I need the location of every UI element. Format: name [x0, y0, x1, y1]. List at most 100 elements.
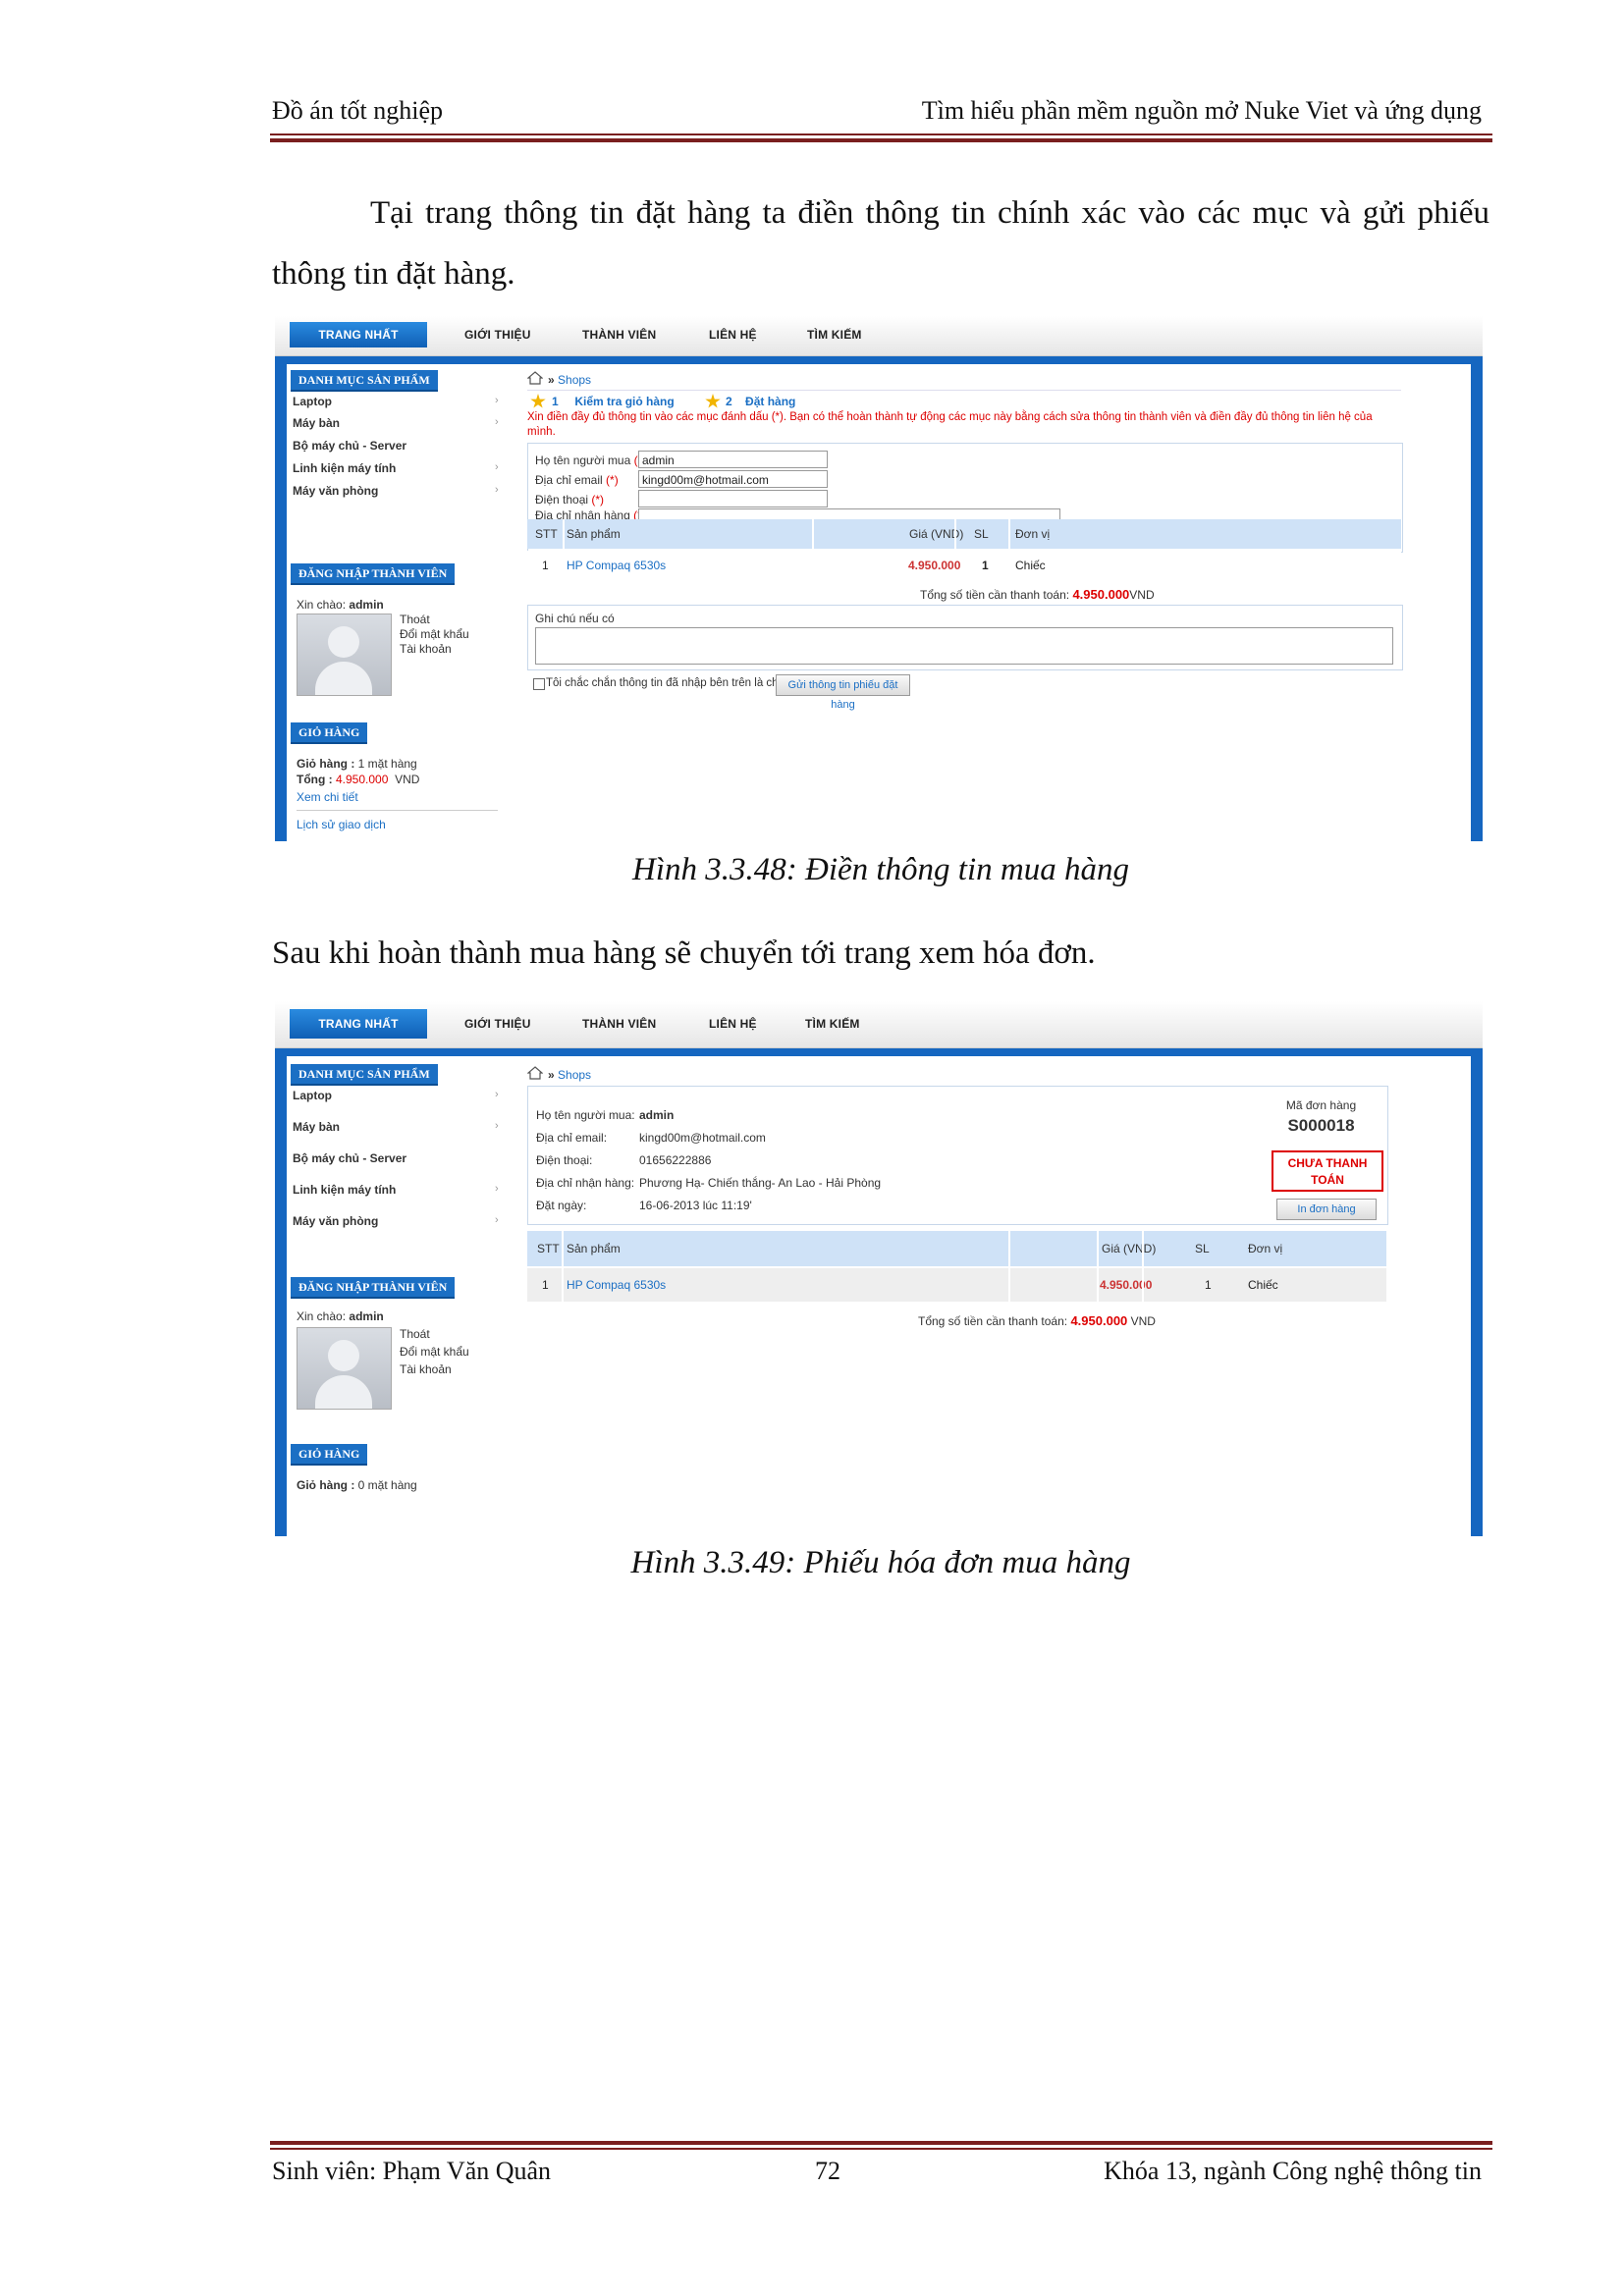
breadcrumb-shops[interactable]: Shops [558, 373, 591, 387]
note-box: Ghi chú nếu có [527, 605, 1403, 670]
top-nav: TRANG NHẤT GIỚI THIỆU THÀNH VIÊN LIÊN HỆ… [275, 316, 1483, 356]
category-server[interactable]: Bộ máy chủ - Server [293, 1151, 406, 1165]
header-rule-thin [270, 133, 1492, 135]
page-number: 72 [815, 2157, 840, 2185]
phone-label: Điện thoại (*) [535, 493, 605, 507]
divider [562, 1231, 564, 1302]
chevron-right-icon: › [495, 1089, 499, 1100]
change-password-link[interactable]: Đổi mật khẩu [400, 1343, 469, 1361]
order-code-label: Mã đơn hàng [1285, 1098, 1357, 1112]
footer-rule-thick [270, 2141, 1492, 2145]
buyer-email: kingd00m@hotmail.com [639, 1131, 766, 1145]
category-desktop[interactable]: Máy bàn [293, 1120, 340, 1134]
site-body: DANH MỤC SẢN PHẨM Laptop › Máy bàn › Bộ … [275, 356, 1483, 841]
change-password-link[interactable]: Đổi mật khẩu [400, 627, 469, 642]
nav-home[interactable]: TRANG NHẤT [290, 322, 427, 347]
nav-about[interactable]: GIỚI THIỆU [464, 322, 531, 347]
login-header: ĐĂNG NHẬP THÀNH VIÊN [291, 563, 456, 585]
star-icon [705, 394, 721, 408]
notice-text: Xin điền đầy đủ thông tin vào các mục đá… [527, 411, 1373, 438]
email-label: Địa chỉ email (*) [535, 473, 619, 487]
buyer-name-input[interactable]: admin [638, 451, 828, 468]
login-header: ĐĂNG NHẬP THÀNH VIÊN [291, 1277, 456, 1299]
product-link[interactable]: HP Compaq 6530s [567, 1268, 666, 1302]
status-badge: CHƯA THANH TOÁN [1272, 1150, 1383, 1192]
chevron-right-icon: › [495, 395, 499, 406]
order-info-box: Họ tên người mua: admin Địa chỉ email: k… [527, 1086, 1388, 1225]
step-2[interactable]: 2 Đặt hàng [726, 395, 795, 408]
chevron-right-icon: › [495, 1120, 499, 1132]
buyer-address: Phương Hạ- Chiến thắng- An Lao - Hải Phò… [639, 1176, 882, 1190]
content-panel: DANH MỤC SẢN PHẨM Laptop › Máy bàn › Bộ … [287, 1056, 1471, 1536]
nav-search[interactable]: TÌM KIẾM [805, 1009, 860, 1039]
chevron-right-icon: › [495, 416, 499, 428]
product-link[interactable]: HP Compaq 6530s [567, 551, 666, 580]
logout-link[interactable]: Thoát [400, 613, 469, 627]
table-row: 1 HP Compaq 6530s 4.950.000 1 Chiếc [527, 551, 1401, 580]
divider [1008, 1231, 1010, 1302]
note-textarea[interactable] [535, 627, 1393, 665]
email-input[interactable]: kingd00m@hotmail.com [638, 470, 828, 488]
category-office[interactable]: Máy văn phòng [293, 484, 378, 498]
table-header: STT Sản phẩm Giá (VND) SL Đơn vị [527, 519, 1401, 549]
nav-members[interactable]: THÀNH VIÊN [582, 322, 656, 347]
category-server[interactable]: Bộ máy chủ - Server [293, 439, 406, 453]
confirm-checkbox[interactable] [533, 678, 545, 690]
cart-count: Giỏ hàng : 1 mặt hàng [297, 757, 417, 771]
footer-right: Khóa 13, ngành Công nghệ thông tin [1104, 2157, 1482, 2185]
history-link[interactable]: Lịch sử giao dịch [297, 818, 386, 831]
intro-paragraph: Tại trang thông tin đặt hàng ta điền thô… [272, 195, 1489, 292]
home-icon[interactable] [527, 371, 543, 385]
divider [297, 810, 498, 811]
logout-link[interactable]: Thoát [400, 1325, 469, 1343]
buyer-name: admin [639, 1108, 675, 1122]
categories-header: DANH MỤC SẢN PHẨM [291, 370, 438, 392]
home-icon[interactable] [527, 1066, 543, 1080]
account-link[interactable]: Tài khoản [400, 642, 469, 657]
footer-rule-thin [270, 2148, 1492, 2150]
account-links: Thoát Đổi mật khẩu Tài khoản [400, 613, 469, 657]
top-nav: TRANG NHẤT GIỚI THIỆU THÀNH VIÊN LIÊN HỆ… [275, 1001, 1483, 1048]
category-office[interactable]: Máy văn phòng [293, 1214, 378, 1228]
cart-details-link[interactable]: Xem chi tiết [297, 790, 358, 804]
nav-about[interactable]: GIỚI THIỆU [464, 1009, 531, 1039]
submit-order-button[interactable]: Gửi thông tin phiếu đặt hàng [776, 674, 910, 711]
header-rule-thick [270, 138, 1492, 142]
category-laptop[interactable]: Laptop [293, 395, 332, 408]
nav-search[interactable]: TÌM KIẾM [807, 322, 862, 347]
phone-input[interactable] [638, 490, 828, 507]
col-product: Sản phẩm [567, 527, 621, 541]
category-desktop[interactable]: Máy bàn [293, 416, 340, 430]
step-1[interactable]: 1 Kiểm tra giỏ hàng [552, 395, 675, 408]
chevron-right-icon: › [495, 461, 499, 473]
footer-left: Sinh viên: Phạm Văn Quân [272, 2157, 552, 2185]
nav-members[interactable]: THÀNH VIÊN [582, 1009, 656, 1039]
category-laptop[interactable]: Laptop [293, 1089, 332, 1102]
greeting: Xin chào: admin [297, 1309, 384, 1323]
nav-contact[interactable]: LIÊN HỆ [709, 1009, 757, 1039]
print-order-button[interactable]: In đơn hàng [1276, 1199, 1377, 1220]
chevron-right-icon: › [495, 1214, 499, 1226]
order-form-screenshot: TRANG NHẤT GIỚI THIỆU THÀNH VIÊN LIÊN HỆ… [275, 316, 1483, 841]
nav-home[interactable]: TRANG NHẤT [290, 1009, 427, 1039]
cart-header: GIỎ HÀNG [291, 722, 368, 744]
total-line: Tổng số tiền cần thanh toán: 4.950.000 V… [918, 1313, 1156, 1328]
category-components[interactable]: Linh kiện máy tính [293, 1183, 396, 1197]
between-paragraph: Sau khi hoàn thành mua hàng sẽ chuyển tớ… [272, 935, 1096, 971]
header-left: Đồ án tốt nghiệp [272, 96, 444, 125]
breadcrumb-shops[interactable]: Shops [558, 1068, 591, 1082]
category-components[interactable]: Linh kiện máy tính [293, 461, 396, 475]
cart-total: Tổng : 4.950.000 VND [297, 773, 420, 786]
account-link[interactable]: Tài khoản [400, 1361, 469, 1378]
star-icon [530, 394, 546, 408]
cart-count: Giỏ hàng : 0 mặt hàng [297, 1478, 417, 1492]
cart-header: GIỎ HÀNG [291, 1444, 368, 1466]
figure-caption-1: Hình 3.3.48: Điền thông tin mua hàng [632, 852, 1129, 887]
greeting: Xin chào: admin [297, 598, 384, 612]
breadcrumb: » Shops [548, 373, 592, 387]
nav-contact[interactable]: LIÊN HỆ [709, 322, 757, 347]
divider [527, 390, 1401, 391]
col-unit: Đơn vị [1015, 527, 1051, 541]
invoice-screenshot: TRANG NHẤT GIỚI THIỆU THÀNH VIÊN LIÊN HỆ… [275, 1001, 1483, 1536]
figure-caption-2: Hình 3.3.49: Phiếu hóa đơn mua hàng [630, 1545, 1131, 1580]
